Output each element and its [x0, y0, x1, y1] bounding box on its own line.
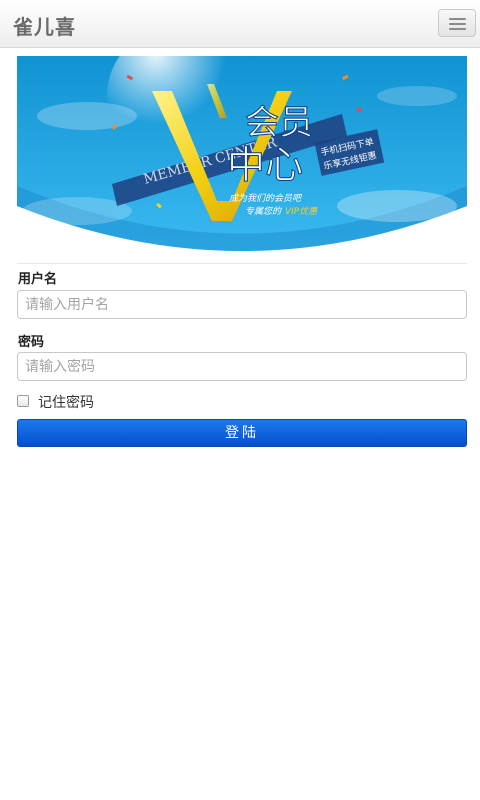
member-center-banner: MEMBER CENTER 会员 中心 手机扫码下单 乐享无线钜惠 成为我们的会…: [17, 56, 467, 264]
remember-password-label[interactable]: 记住密码: [38, 392, 94, 412]
username-label: 用户名: [18, 272, 58, 287]
banner-slogan-line1: 成为我们的会员吧: [229, 193, 303, 204]
login-button[interactable]: 登陆: [17, 419, 467, 447]
banner-slogan-line2-prefix: 专属您的: [245, 206, 282, 217]
password-input[interactable]: [17, 352, 467, 381]
banner-title-line1: 会员: [245, 103, 313, 143]
remember-password-checkbox[interactable]: [17, 395, 29, 407]
banner-slogan-line2-highlight: VIP优惠: [285, 206, 319, 217]
banner-image: MEMBER CENTER 会员 中心 手机扫码下单 乐享无线钜惠 成为我们的会…: [17, 56, 467, 251]
banner-title-line2: 中心: [227, 143, 303, 187]
username-input[interactable]: [17, 290, 467, 319]
navbar: 雀儿喜: [0, 0, 480, 48]
password-label: 密码: [18, 335, 45, 350]
brand-title[interactable]: 雀儿喜: [13, 11, 76, 40]
nav-toggle-button[interactable]: [438, 9, 476, 37]
